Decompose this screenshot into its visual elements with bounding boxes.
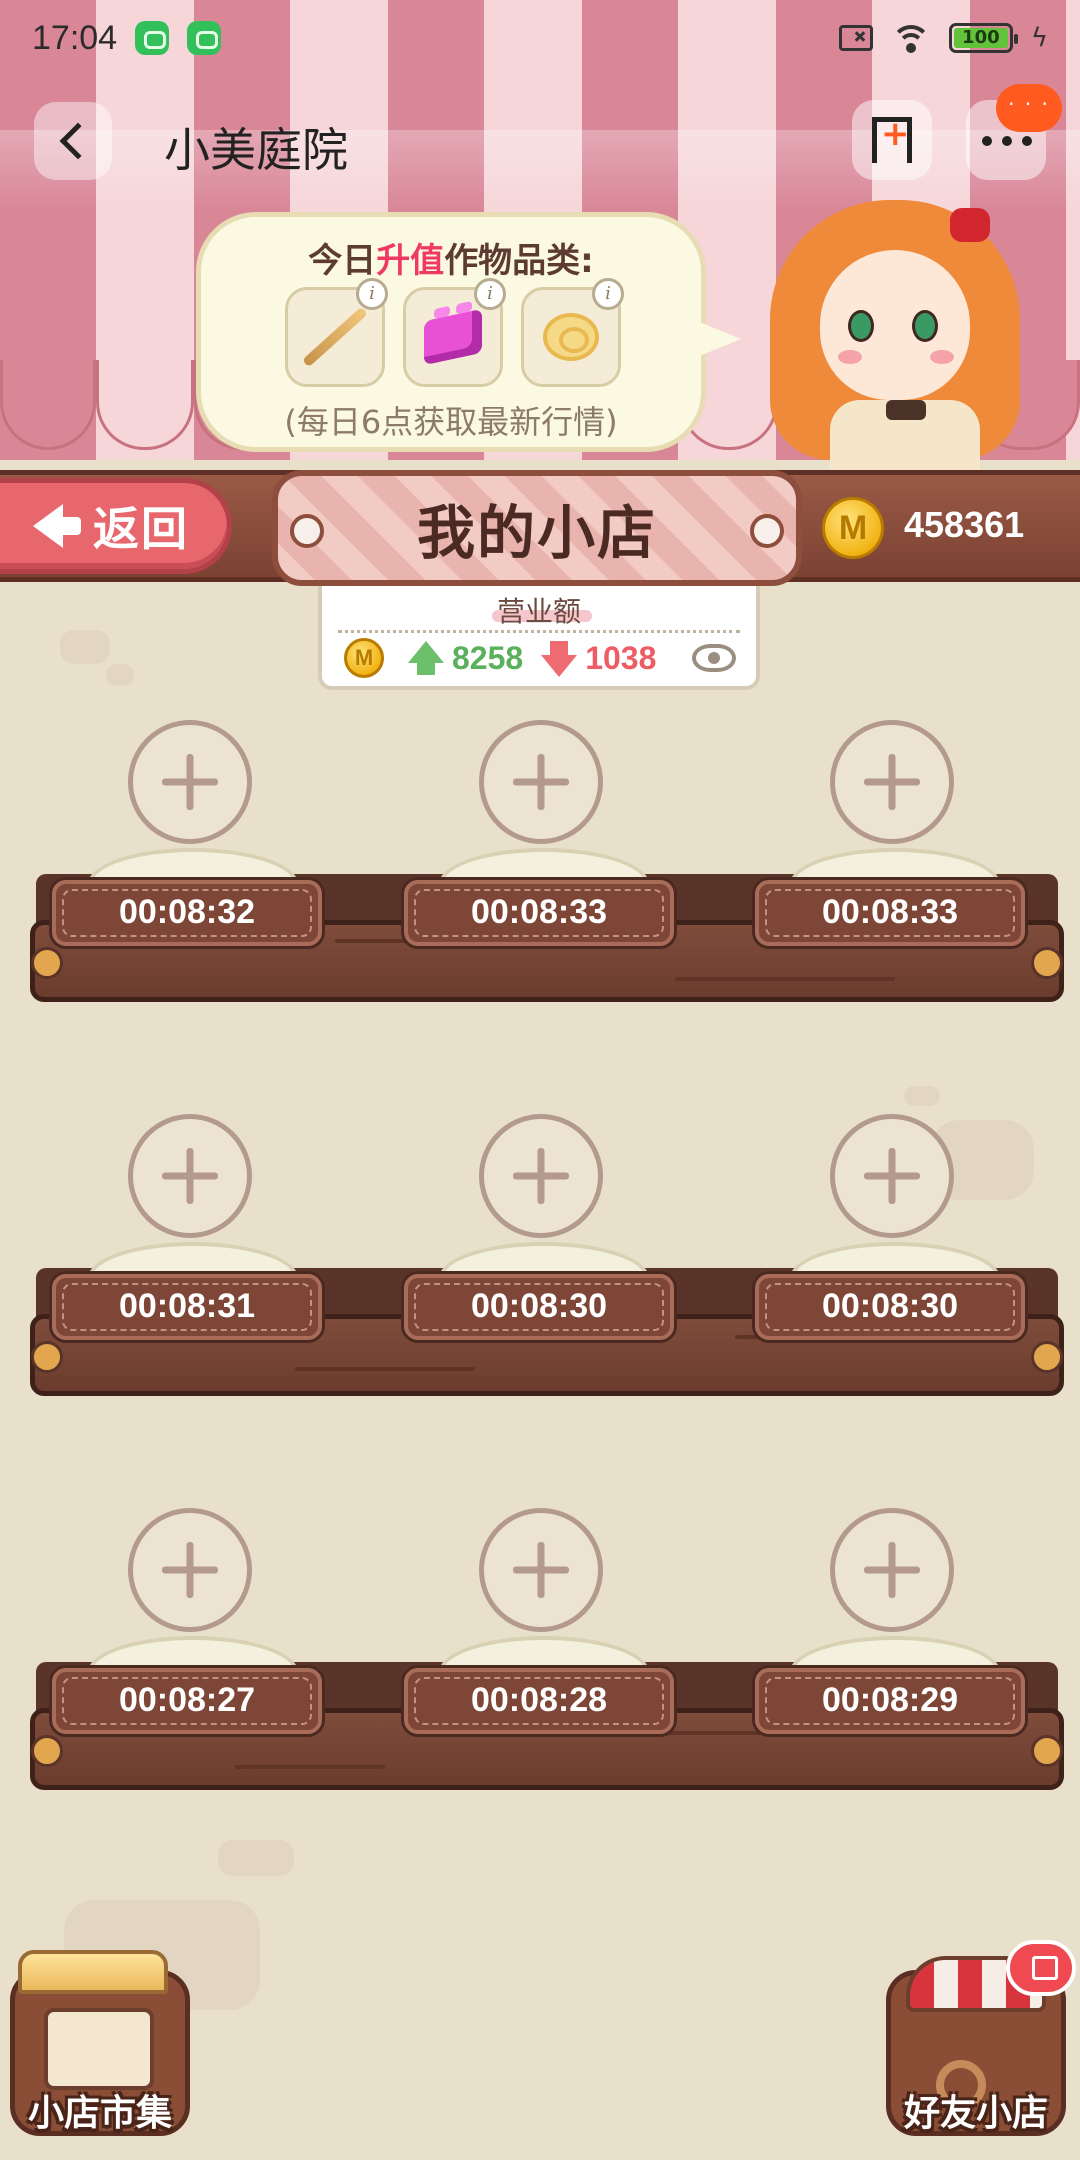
add-favorite-button[interactable] <box>852 100 932 180</box>
shelf-row-3: 00:08:27 00:08:28 00:08:29 <box>30 1508 1064 1798</box>
crop-list: i i i <box>285 278 624 387</box>
add-item-button[interactable] <box>128 720 252 844</box>
page-title: 小美庭院 <box>164 123 348 177</box>
no-sim-icon <box>838 25 873 51</box>
info-icon[interactable]: i <box>356 278 388 310</box>
revenue-panel: 营业额 M 8258 1038 <box>318 582 760 690</box>
character-face <box>820 250 970 400</box>
slot-timer: 00:08:29 <box>755 1668 1025 1734</box>
add-item-button[interactable] <box>830 720 954 844</box>
stick-crop-icon <box>301 306 369 368</box>
plate <box>790 1242 1000 1278</box>
shop-title-banner: 我的小店 <box>272 470 802 586</box>
yellow-swirl-crop-icon <box>543 313 599 361</box>
crop-item-block[interactable]: i <box>403 278 506 387</box>
info-icon[interactable]: i <box>592 278 624 310</box>
coin-icon: M <box>344 638 384 678</box>
character-bowtie <box>886 400 926 420</box>
bubble-title-suffix: 作物品类: <box>444 241 594 281</box>
return-label: 返回 <box>93 502 189 556</box>
pink-block-crop-icon <box>424 308 482 366</box>
plate <box>439 1636 649 1672</box>
slot-timer: 00:08:33 <box>755 880 1025 946</box>
market-board-icon <box>44 2008 154 2090</box>
plate <box>88 1242 298 1278</box>
bookmark-add-icon <box>872 114 912 163</box>
revenue-income: 8258 <box>452 639 524 676</box>
crop-item-stick[interactable]: i <box>285 278 388 387</box>
wifi-icon <box>890 23 931 53</box>
add-item-button[interactable] <box>830 1508 954 1632</box>
decor-blob <box>904 1086 940 1106</box>
add-item-button[interactable] <box>479 1508 603 1632</box>
status-time: 17:04 <box>32 18 118 57</box>
app-notification-icon <box>187 21 222 55</box>
slot-timer: 00:08:28 <box>404 1668 674 1734</box>
decor-blob <box>60 630 110 664</box>
pin-icon <box>290 514 324 548</box>
bubble-title: 今日升值作物品类: <box>201 233 701 282</box>
shelf-row-2: 00:08:31 00:08:30 00:08:30 <box>30 1114 1064 1404</box>
decor-blob <box>106 664 134 686</box>
battery-icon: 100 <box>948 23 1018 53</box>
coin-balance: 458361 <box>904 504 1025 545</box>
bubble-title-prefix: 今日 <box>308 241 377 281</box>
slot-timer: 00:08:31 <box>52 1274 322 1340</box>
plate <box>439 1242 649 1278</box>
status-bar: 17:04 100 ϟ <box>0 0 1080 76</box>
slot-timer: 00:08:27 <box>52 1668 322 1734</box>
friend-shop-label: 好友小店 <box>903 2093 1048 2134</box>
hair-bow-icon <box>950 208 990 242</box>
market-roof-icon <box>18 1950 168 1994</box>
return-button[interactable]: 返回 <box>0 478 232 574</box>
add-item-button[interactable] <box>128 1114 252 1238</box>
market-label: 小店市集 <box>27 2093 172 2134</box>
revenue-expense: 1038 <box>585 639 657 676</box>
app-notification-icon <box>135 21 170 55</box>
add-item-button[interactable] <box>479 1114 603 1238</box>
divider <box>338 630 740 633</box>
slot-timer: 00:08:30 <box>404 1274 674 1340</box>
arrow-up-icon <box>408 641 444 675</box>
market-button[interactable]: 小店市集 <box>0 1950 200 2140</box>
plate <box>439 848 649 884</box>
eye-icon[interactable] <box>692 644 737 672</box>
status-icons: 100 ϟ <box>838 23 1048 53</box>
plate <box>790 1636 1000 1672</box>
arrow-down-icon <box>541 641 578 677</box>
gift-icon[interactable] <box>1006 1940 1076 1996</box>
back-button[interactable] <box>34 102 112 180</box>
coin-icon: M <box>822 497 884 559</box>
shop-title: 我的小店 <box>416 499 657 567</box>
notification-badge[interactable]: · · · <box>996 84 1062 132</box>
revenue-stats: M 8258 1038 <box>344 638 737 678</box>
plate <box>88 848 298 884</box>
add-item-button[interactable] <box>830 1114 954 1238</box>
revenue-label: 营业额 <box>322 590 756 630</box>
slot-timer: 00:08:30 <box>755 1274 1025 1340</box>
title-bar: 小美庭院 · · · <box>0 84 1080 184</box>
charging-icon: ϟ <box>1030 23 1048 53</box>
bubble-note: (每日6点获取最新行情) <box>284 403 618 441</box>
slot-timer: 00:08:33 <box>404 880 674 946</box>
decor-blob <box>218 1840 294 1876</box>
info-icon[interactable]: i <box>474 278 506 310</box>
arrow-left-icon <box>33 504 81 548</box>
chevron-left-icon <box>59 122 97 160</box>
plate <box>88 1636 298 1672</box>
friend-shop-button[interactable]: 好友小店 <box>876 1940 1076 2140</box>
shopkeeper-character <box>760 190 1080 470</box>
slot-timer: 00:08:32 <box>52 880 322 946</box>
add-item-button[interactable] <box>479 720 603 844</box>
battery-level: 100 <box>953 28 1008 48</box>
price-tip-bubble: 今日升值作物品类: i i i (每日6点获取最新行情) <box>196 212 741 452</box>
add-item-button[interactable] <box>128 1508 252 1632</box>
bubble-title-highlight: 升值 <box>376 241 445 281</box>
more-dots-icon <box>982 136 1032 146</box>
plate <box>790 848 1000 884</box>
crop-item-swirl[interactable]: i <box>521 278 624 387</box>
pin-icon <box>750 514 784 548</box>
shelf-row-1: 00:08:32 00:08:33 00:08:33 <box>30 720 1064 1010</box>
